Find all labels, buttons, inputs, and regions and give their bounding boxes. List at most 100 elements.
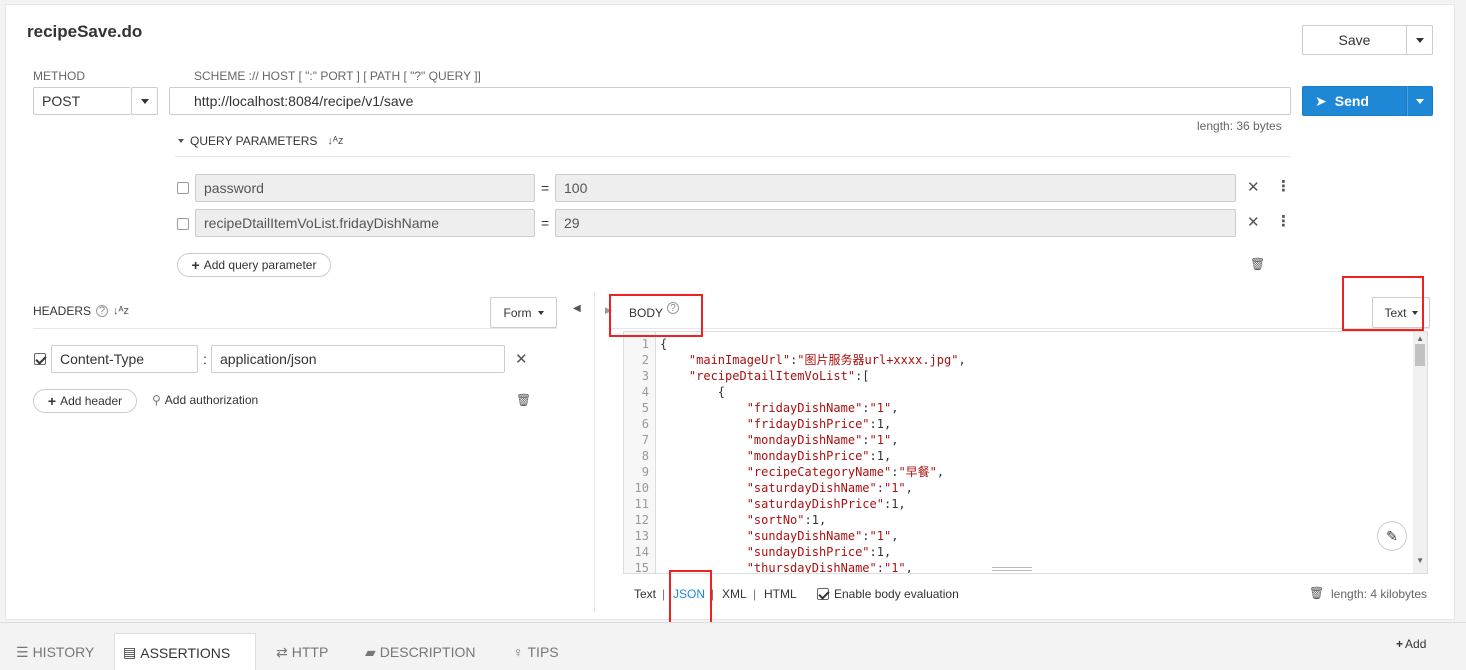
save-dropdown-button[interactable] xyxy=(1406,25,1433,55)
add-header-label: Add header xyxy=(60,394,123,408)
bottom-tab-bar: ☰ HISTORY ▤ ASSERTIONS ⇄ HTTP ▰ DESCRIPT… xyxy=(0,622,1466,670)
tab-label: DESCRIPTION xyxy=(379,644,476,660)
body-editor[interactable]: 1 2 3 4 5 6 7 8 9 10 11 12 13 14 15 { "mainImageUrl":"… xyxy=(623,331,1428,574)
send-button[interactable]: ➤ Send xyxy=(1302,86,1407,116)
panel-divider xyxy=(594,292,595,612)
help-icon[interactable]: ? xyxy=(96,305,109,317)
send-dropdown-button[interactable] xyxy=(1407,86,1433,116)
line-number: 10 xyxy=(634,481,649,495)
param-name-input[interactable]: password xyxy=(195,174,535,202)
annotation-box-type xyxy=(1342,276,1424,331)
close-icon[interactable]: ✕ xyxy=(515,350,528,368)
book-icon: ▰ xyxy=(365,643,376,660)
method-select[interactable]: POST xyxy=(33,87,131,115)
collapse-left-icon[interactable]: ◀ xyxy=(573,303,581,314)
plus-icon: + xyxy=(1396,637,1404,651)
list-icon: ☰ xyxy=(16,643,29,660)
add-query-parameter-label: Add query parameter xyxy=(203,258,317,272)
url-input[interactable]: http://localhost:8084/recipe/v1/save xyxy=(169,87,1291,115)
param-value-input[interactable]: 29 xyxy=(555,209,1236,237)
line-number: 9 xyxy=(641,465,649,479)
code-line: "mainImageUrl":"图片服务器url+xxxx.jpg", xyxy=(688,353,966,367)
code-line: "fridayDishName":"1", xyxy=(746,401,899,415)
magic-wand-button[interactable]: ✎ xyxy=(1377,521,1407,551)
method-dropdown-button[interactable] xyxy=(131,87,158,115)
header-colon: : xyxy=(203,351,207,367)
send-label: Send xyxy=(1334,93,1369,109)
param-name-input[interactable]: recipeDtailItemVoList.fridayDishName xyxy=(195,209,535,237)
headers-form-button[interactable]: Form xyxy=(490,297,557,328)
sort-icon[interactable]: ↓ᴬz xyxy=(113,305,129,317)
plus-icon: + xyxy=(47,393,57,409)
header-name-input[interactable]: Content-Type xyxy=(51,345,198,373)
code-line: "recipeCategoryName":"早餐", xyxy=(746,465,945,479)
add-authorization-link[interactable]: ⚲ Add authorization xyxy=(152,393,258,407)
scroll-up-icon[interactable]: ▲ xyxy=(1416,334,1424,343)
line-number: 12 xyxy=(634,513,649,527)
query-params-label: QUERY PARAMETERS xyxy=(190,134,318,148)
line-number: 8 xyxy=(641,449,649,463)
tab-http[interactable]: ⇄ HTTP xyxy=(268,633,336,670)
header-enable-checkbox[interactable] xyxy=(34,353,46,365)
format-separator: | xyxy=(753,587,757,601)
paper-plane-icon: ➤ xyxy=(1315,92,1327,109)
more-vertical-icon[interactable]: ⋮ xyxy=(1276,212,1291,230)
line-number: 15 xyxy=(634,561,649,574)
body-evaluation-label: Enable body evaluation xyxy=(834,587,959,601)
header-value-input[interactable]: application/json xyxy=(211,345,505,373)
bottom-add-button[interactable]: + Add xyxy=(1396,637,1426,651)
code-line: { xyxy=(660,337,668,351)
param-value-input[interactable]: 100 xyxy=(555,174,1236,202)
sort-icon[interactable]: ↓ᴬz xyxy=(327,135,343,147)
editor-scrollbar[interactable]: ▲ ▼ xyxy=(1413,332,1427,573)
annotation-box-body xyxy=(609,294,703,337)
chevron-down-icon xyxy=(1415,37,1424,43)
query-divider xyxy=(175,156,1291,157)
tab-description[interactable]: ▰ DESCRIPTION xyxy=(357,633,483,670)
headers-header: HEADERS ? ↓ᴬz xyxy=(33,304,129,318)
chevron-down-icon xyxy=(140,98,149,104)
param-equals: = xyxy=(541,215,550,231)
query-params-toggle[interactable]: QUERY PARAMETERS ↓ᴬz xyxy=(178,134,343,148)
add-query-parameter-button[interactable]: + Add query parameter xyxy=(177,253,331,277)
scroll-down-icon[interactable]: ▼ xyxy=(1416,556,1424,565)
page-title: recipeSave.do xyxy=(27,22,143,41)
close-icon[interactable]: ✕ xyxy=(1247,213,1260,231)
code-line: { xyxy=(660,385,726,399)
format-text[interactable]: Text xyxy=(634,587,656,601)
body-evaluation-checkbox[interactable] xyxy=(817,588,829,600)
trash-icon[interactable]: 🗑 xyxy=(1309,586,1324,600)
param-enable-checkbox[interactable] xyxy=(177,182,189,194)
body-length: length: 4 kilobytes xyxy=(1331,587,1428,601)
code-line: "fridayDishPrice":1, xyxy=(746,417,892,431)
close-icon[interactable]: ✕ xyxy=(1247,178,1260,196)
resize-handle[interactable] xyxy=(992,567,1032,571)
scrollbar-thumb[interactable] xyxy=(1415,344,1425,366)
param-enable-checkbox[interactable] xyxy=(177,218,189,230)
save-button[interactable]: Save xyxy=(1302,25,1406,55)
caret-down-icon xyxy=(178,139,184,143)
headers-divider xyxy=(33,328,557,329)
trash-icon[interactable]: 🗑 xyxy=(1250,257,1265,271)
line-number: 4 xyxy=(641,385,649,399)
chevron-down-icon xyxy=(537,310,544,315)
trash-icon[interactable]: 🗑 xyxy=(516,393,531,407)
add-authorization-label: Add authorization xyxy=(164,393,259,407)
tab-assertions[interactable]: ▤ ASSERTIONS xyxy=(114,633,256,670)
bottom-add-label: Add xyxy=(1405,637,1427,651)
code-line: "sortNo":1, xyxy=(746,513,827,527)
format-xml[interactable]: XML xyxy=(722,587,747,601)
tab-tips[interactable]: ♀ TIPS xyxy=(505,633,567,670)
url-label: SCHEME :// HOST [ ":" PORT ] [ PATH [ "?… xyxy=(194,69,481,83)
more-vertical-icon[interactable]: ⋮ xyxy=(1276,177,1291,195)
form-label: Form xyxy=(503,305,532,320)
method-label: METHOD xyxy=(33,69,85,83)
code-line: "sundayDishPrice":1, xyxy=(746,545,892,559)
tab-history[interactable]: ☰ HISTORY xyxy=(8,633,102,670)
format-html[interactable]: HTML xyxy=(764,587,797,601)
code-line: "saturdayDishName":"1", xyxy=(746,481,913,495)
add-header-button[interactable]: + Add header xyxy=(33,389,137,413)
lightbulb-icon: ♀ xyxy=(513,644,524,660)
line-number: 14 xyxy=(634,545,649,559)
headers-label: HEADERS xyxy=(33,304,92,318)
